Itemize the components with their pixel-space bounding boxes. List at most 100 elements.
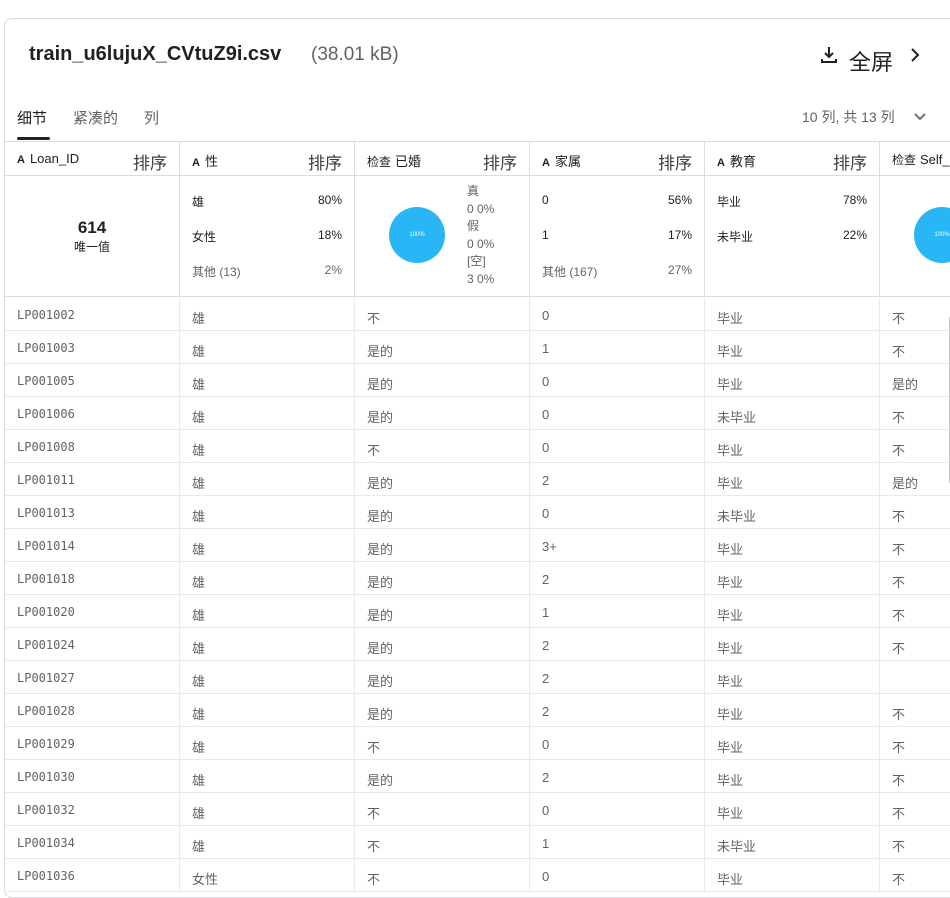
column-header-loan-id[interactable]: A Loan_ID 排序 (5, 142, 180, 177)
cell-education: 未毕业 (705, 496, 880, 529)
cell-value: 不 (892, 773, 906, 788)
table-row[interactable]: LP001020 雄 是的 1 毕业 不 (5, 595, 950, 628)
cell-gender: 雄 (180, 793, 355, 826)
table-row[interactable]: LP001006 雄 是的 0 未毕业 不 (5, 397, 950, 430)
cell-value: 毕业 (717, 575, 744, 590)
sort-button[interactable]: 排序 (833, 149, 867, 174)
cell-value: LP001024 (17, 638, 75, 652)
table-row[interactable]: LP001027 雄 是的 2 毕业 (5, 661, 950, 694)
cell-value: 是的 (367, 641, 394, 656)
cell-education: 毕业 (705, 793, 880, 826)
cell-value: 1 (542, 605, 550, 620)
tab-details[interactable]: 细节 (17, 107, 47, 128)
cell-value: 2 (542, 770, 550, 785)
cell-married: 不 (355, 859, 530, 892)
cell-value: LP001002 (17, 308, 75, 322)
cell-value: 不 (892, 707, 906, 722)
cell-value: 不 (892, 740, 906, 755)
cell-self-employed: 不 (880, 859, 950, 892)
cell-education: 毕业 (705, 331, 880, 364)
cell-value: 不 (892, 344, 906, 359)
cell-value: 雄 (192, 707, 206, 722)
boolean-type-icon: 检查 (367, 155, 392, 169)
cell-gender: 雄 (180, 595, 355, 628)
table-row[interactable]: LP001018 雄 是的 2 毕业 不 (5, 562, 950, 595)
chevron-right-icon[interactable] (907, 47, 923, 63)
cell-dependents: 1 (530, 826, 705, 859)
cell-gender: 雄 (180, 760, 355, 793)
cell-married: 是的 (355, 463, 530, 496)
download-icon[interactable] (819, 45, 839, 65)
cell-married: 是的 (355, 595, 530, 628)
cell-value: 2 (542, 671, 550, 686)
cell-gender: 雄 (180, 727, 355, 760)
table-row[interactable]: LP001028 雄 是的 2 毕业 不 (5, 694, 950, 727)
sort-button[interactable]: 排序 (658, 149, 692, 174)
column-name: Loan_ID (29, 151, 80, 166)
table-row[interactable]: LP001011 雄 是的 2 毕业 是的 (5, 463, 950, 496)
cell-dependents: 0 (530, 727, 705, 760)
cell-education: 毕业 (705, 727, 880, 760)
boolean-type-icon: 检查 (892, 153, 917, 167)
table-row[interactable]: LP001003 雄 是的 1 毕业 不 (5, 331, 950, 364)
table-row[interactable]: LP001002 雄 不 0 毕业 不 (5, 298, 950, 331)
cell-dependents: 2 (530, 760, 705, 793)
cell-loan-id: LP001002 (5, 298, 180, 331)
sort-button[interactable]: 排序 (308, 149, 342, 174)
table-row[interactable]: LP001029 雄 不 0 毕业 不 (5, 727, 950, 760)
summary-item: 1 17% (542, 228, 692, 242)
table-row[interactable]: LP001034 雄 不 1 未毕业 不 (5, 826, 950, 859)
table-header-row: A Loan_ID 排序 A性 排序 检查 已婚 排序 A 家属 排序 A 教育 排序 … (5, 141, 950, 177)
cell-dependents: 1 (530, 331, 705, 364)
cell-education: 未毕业 (705, 397, 880, 430)
cell-value: 是的 (367, 509, 394, 524)
cell-education: 毕业 (705, 463, 880, 496)
table-row[interactable]: LP001005 雄 是的 0 毕业 是的 (5, 364, 950, 397)
cell-married: 不 (355, 826, 530, 859)
cell-loan-id: LP001024 (5, 628, 180, 661)
column-header-dependents[interactable]: A 家属 排序 (530, 142, 705, 177)
cell-value: 毕业 (717, 707, 744, 722)
cell-value: 不 (892, 839, 906, 854)
cell-value: 雄 (192, 575, 206, 590)
table-row[interactable]: LP001036 女性 不 0 毕业 不 (5, 859, 950, 892)
sort-button[interactable]: 排序 (133, 149, 167, 174)
table-row[interactable]: LP001024 雄 是的 2 毕业 不 (5, 628, 950, 661)
cell-gender: 雄 (180, 661, 355, 694)
cell-value: LP001003 (17, 341, 75, 355)
sort-button[interactable]: 排序 (483, 149, 517, 174)
table-row[interactable]: LP001013 雄 是的 0 未毕业 不 (5, 496, 950, 529)
cell-value: 2 (542, 473, 550, 488)
cell-value: 0 (542, 374, 550, 389)
cell-value: 是的 (367, 707, 394, 722)
cell-dependents: 2 (530, 562, 705, 595)
table-row[interactable]: LP001030 雄 是的 2 毕业 不 (5, 760, 950, 793)
column-header-gender[interactable]: A性 排序 (180, 142, 355, 177)
cell-value: 是的 (892, 377, 919, 392)
cell-gender: 女性 (180, 859, 355, 892)
tab-compact[interactable]: 紧凑的 (73, 107, 118, 128)
cell-loan-id: LP001029 (5, 727, 180, 760)
cell-value: 0 (542, 308, 550, 323)
legend-item: 真 (467, 184, 480, 198)
table-row[interactable]: LP001014 雄 是的 3+ 毕业 不 (5, 529, 950, 562)
summary-item: 雄 80% (192, 193, 342, 209)
legend-item: 0 0% (467, 201, 495, 216)
cell-value: LP001018 (17, 572, 75, 586)
cell-self-employed: 不 (880, 760, 950, 793)
cell-married: 是的 (355, 364, 530, 397)
tab-columns[interactable]: 列 (144, 107, 159, 128)
cell-value: 0 (542, 737, 550, 752)
cell-dependents: 0 (530, 430, 705, 463)
column-header-self-employed[interactable]: 检查 Self_ (880, 142, 950, 177)
column-count-selector[interactable]: 10 列, 共 13 列 (802, 107, 895, 127)
chevron-down-icon[interactable] (913, 110, 927, 124)
table-row[interactable]: LP001032 雄 不 0 毕业 不 (5, 793, 950, 826)
column-header-education[interactable]: A 教育 排序 (705, 142, 880, 177)
column-header-married[interactable]: 检查 已婚 排序 (355, 142, 530, 177)
cell-education: 毕业 (705, 859, 880, 892)
cell-value: LP001013 (17, 506, 75, 520)
cell-self-employed: 不 (880, 628, 950, 661)
fullscreen-button[interactable]: 全屏 (849, 45, 893, 77)
table-row[interactable]: LP001008 雄 不 0 毕业 不 (5, 430, 950, 463)
